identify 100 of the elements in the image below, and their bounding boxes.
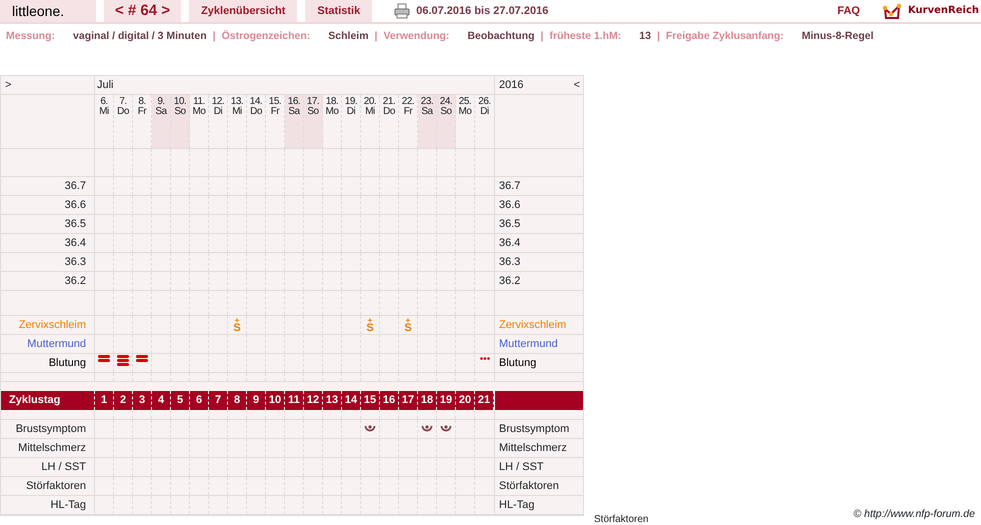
- cycle-navigation[interactable]: < # 64 >: [104, 0, 182, 22]
- nav-tab[interactable]: Statistik: [305, 0, 372, 22]
- cycle-day-number: 10: [268, 393, 282, 408]
- day-label: 16. Sa: [288, 95, 300, 117]
- chart-logo-icon: [882, 3, 902, 20]
- day-label: 15. Fr: [268, 95, 282, 117]
- cycle-day-number: 7: [214, 393, 222, 408]
- date-range: 06.07.2016 bis 27.07.2016: [416, 4, 548, 19]
- logo-text: KurvenReich: [908, 4, 979, 18]
- spotting-icon: [480, 357, 490, 360]
- footer-label: Störfaktoren: [594, 513, 648, 525]
- setting-label: Östrogenzeichen:: [222, 29, 310, 44]
- cycle-day-number: 11: [288, 393, 300, 408]
- cycle-day-number: 16: [382, 393, 396, 408]
- cycle-day-number: 1: [100, 393, 108, 408]
- row-label: Brustsymptom: [494, 420, 583, 438]
- breast-symptom-icon: [364, 424, 376, 434]
- day-label: 23. Sa: [420, 95, 434, 117]
- bleeding-icon: [136, 355, 148, 363]
- day-label: 9. Sa: [155, 95, 167, 117]
- row-label: Zervixschleim: [494, 316, 583, 334]
- temperature-label: 36.3: [1, 253, 95, 271]
- cycle-day-number: 2: [120, 393, 126, 408]
- cycle-day-number: 4: [158, 393, 164, 408]
- row-label: Brustsymptom: [1, 420, 95, 438]
- row-label: Muttermund: [494, 335, 583, 353]
- setting-value: Schleim: [328, 29, 369, 44]
- day-label: 10. So: [174, 95, 186, 117]
- setting-value: Minus-8-Regel: [802, 29, 874, 44]
- day-label: 20. Mi: [364, 95, 376, 117]
- day-label: 13. Mi: [230, 95, 244, 117]
- row-label: Zervixschleim: [1, 316, 95, 334]
- cycle-day-number: 19: [440, 393, 452, 408]
- temperature-label: 36.2: [1, 272, 95, 290]
- row-label: LH / SST: [1, 458, 95, 476]
- day-label: 17. So: [306, 95, 320, 117]
- day-label: 11. Mo: [192, 95, 206, 117]
- separator: |: [374, 29, 378, 44]
- temperature-label: 36.2: [494, 272, 583, 290]
- day-label: 8. Fr: [138, 95, 146, 117]
- row-label: Störfaktoren: [494, 477, 583, 495]
- nav-arrow[interactable]: <: [574, 76, 580, 94]
- row-label: Störfaktoren: [1, 477, 95, 495]
- separator: |: [540, 29, 544, 44]
- day-label: 24. So: [440, 95, 452, 117]
- day-label: 26. Di: [478, 95, 491, 117]
- day-label: 7. Do: [117, 95, 129, 117]
- cycle-day-number: 20: [458, 393, 472, 408]
- setting-label: früheste 1.hM:: [549, 29, 622, 44]
- temperature-label: 36.7: [494, 177, 583, 195]
- day-label: 12. Di: [212, 95, 224, 117]
- separator: |: [212, 29, 216, 44]
- cycle-day-number: 14: [344, 393, 358, 408]
- setting-value: 13: [639, 29, 651, 44]
- faq-link[interactable]: FAQ: [837, 0, 860, 22]
- row-label: HL-Tag: [1, 496, 95, 514]
- day-label: 21. Do: [382, 95, 396, 117]
- cycle-day-number: 15: [364, 393, 376, 408]
- temperature-label: 36.6: [494, 196, 583, 214]
- cycle-day-number: 17: [402, 393, 414, 408]
- setting-label: Messung:: [6, 29, 56, 44]
- breast-symptom-icon: [421, 424, 433, 434]
- cycle-day-number: 5: [176, 393, 184, 408]
- cycle-day-number: 13: [326, 393, 338, 408]
- row-label: Muttermund: [1, 335, 95, 353]
- nav-arrow[interactable]: >: [5, 76, 12, 94]
- cycle-day-number: 9: [252, 393, 260, 408]
- temperature-label: 36.5: [1, 215, 95, 233]
- day-label: 25. Mo: [458, 95, 472, 117]
- bleeding-icon: [98, 355, 110, 363]
- row-label: LH / SST: [494, 458, 583, 476]
- temperature-label: 36.4: [1, 234, 95, 252]
- cycle-day-number: 21: [478, 393, 490, 408]
- cycle-day-number: 6: [196, 393, 202, 408]
- setting-value: vaginal / digital / 3 Minuten: [73, 29, 207, 44]
- row-label: Mittelschmerz: [1, 439, 95, 457]
- mucus-symbol: + S: [233, 318, 241, 332]
- day-label: 6. Mi: [99, 95, 109, 117]
- setting-value: Beobachtung: [467, 29, 535, 44]
- row-label: Mittelschmerz: [494, 439, 583, 457]
- temperature-label: 36.3: [494, 253, 583, 271]
- day-label: 22. Fr: [402, 95, 414, 117]
- brand-logo-text[interactable]: littleone.: [0, 0, 96, 22]
- setting-label: Verwendung:: [384, 29, 450, 44]
- cycle-day-number: 3: [138, 393, 146, 408]
- row-label: Blutung: [494, 354, 583, 372]
- year-label: 2016: [499, 78, 524, 93]
- cycle-day-number: 8: [234, 393, 240, 408]
- day-label: 14. Do: [250, 95, 262, 117]
- day-label: 19. Di: [344, 95, 358, 117]
- bleeding-icon: [117, 355, 129, 367]
- temperature-label: 36.5: [494, 215, 583, 233]
- mucus-symbol: + S: [366, 318, 374, 332]
- breast-symptom-icon: [440, 424, 452, 434]
- printer-icon[interactable]: [394, 3, 410, 19]
- nav-tab[interactable]: Zyklenübersicht: [189, 0, 298, 22]
- temperature-label: 36.4: [494, 234, 583, 252]
- row-label: HL-Tag: [494, 496, 583, 514]
- day-label: 18. Mo: [326, 95, 338, 117]
- row-label: Blutung: [1, 354, 95, 372]
